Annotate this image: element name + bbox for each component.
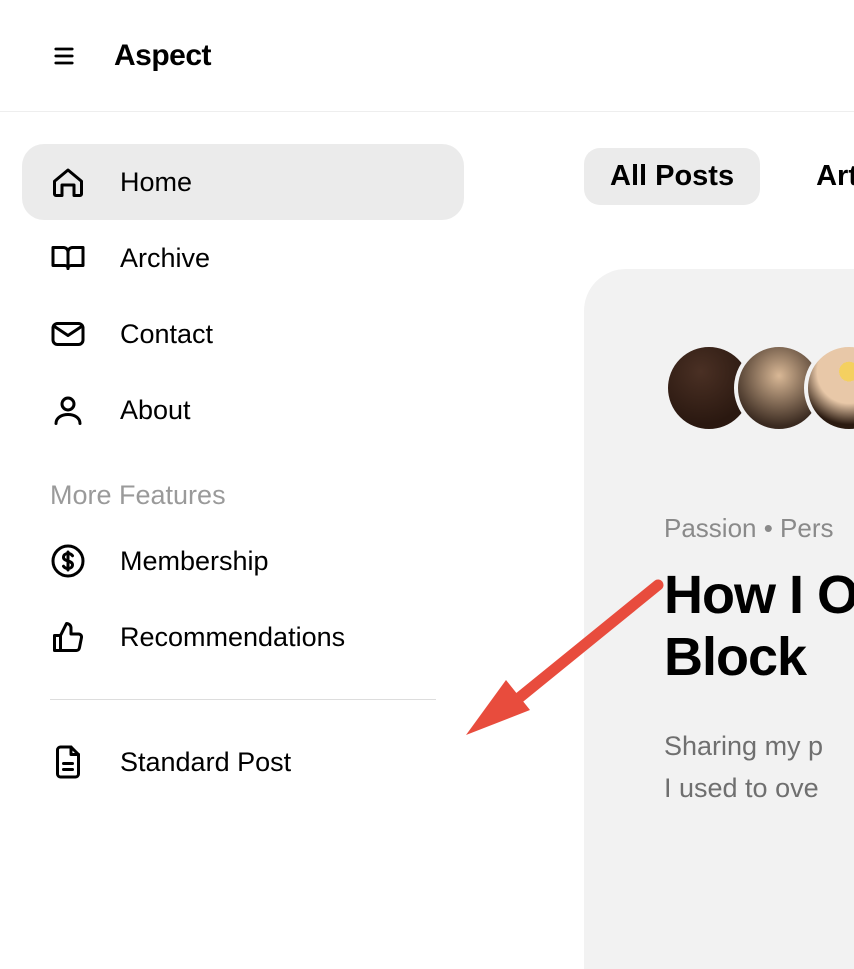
file-text-icon <box>50 744 86 780</box>
sidebar-item-label: Membership <box>120 546 269 577</box>
filter-tabs: All Posts Art <box>584 148 854 205</box>
app-title: Aspect <box>114 39 211 73</box>
post-categories: Passion • Pers <box>664 513 854 544</box>
dollar-circle-icon <box>50 543 86 579</box>
tab-all-posts[interactable]: All Posts <box>584 148 760 205</box>
sidebar-item-label: About <box>120 395 191 426</box>
sidebar-item-about[interactable]: About <box>22 372 464 448</box>
post-card[interactable]: Passion • Pers How I O Block Sharing my … <box>584 269 854 969</box>
sidebar-item-recommendations[interactable]: Recommendations <box>22 599 464 675</box>
topbar: Aspect <box>0 0 854 112</box>
author-avatars <box>664 343 854 433</box>
main-content: All Posts Art Passion • Pers How I O Blo… <box>584 148 854 969</box>
sidebar-item-contact[interactable]: Contact <box>22 296 464 372</box>
home-icon <box>50 164 86 200</box>
book-open-icon <box>50 240 86 276</box>
sidebar-item-membership[interactable]: Membership <box>22 523 464 599</box>
sidebar-divider <box>50 699 436 700</box>
mail-icon <box>50 316 86 352</box>
post-title: How I O Block <box>664 564 854 688</box>
post-excerpt: Sharing my p I used to ove <box>664 726 854 810</box>
post-title-line: How I O <box>664 564 854 626</box>
menu-icon <box>50 42 78 70</box>
sidebar-item-label: Home <box>120 167 192 198</box>
post-title-line: Block <box>664 626 854 688</box>
sidebar-item-label: Standard Post <box>120 747 291 778</box>
tab-art[interactable]: Art <box>790 148 854 205</box>
post-excerpt-line: Sharing my p <box>664 726 854 768</box>
sidebar-item-home[interactable]: Home <box>22 144 464 220</box>
sidebar-item-archive[interactable]: Archive <box>22 220 464 296</box>
sidebar-item-standard-post[interactable]: Standard Post <box>22 724 464 800</box>
user-icon <box>50 392 86 428</box>
post-excerpt-line: I used to ove <box>664 768 854 810</box>
sidebar-section-label: More Features <box>22 448 464 523</box>
sidebar-item-label: Contact <box>120 319 213 350</box>
sidebar-item-label: Recommendations <box>120 622 345 653</box>
thumbs-up-icon <box>50 619 86 655</box>
sidebar: Home Archive Contact About More Features <box>22 144 464 800</box>
menu-toggle[interactable] <box>50 42 78 70</box>
sidebar-item-label: Archive <box>120 243 210 274</box>
